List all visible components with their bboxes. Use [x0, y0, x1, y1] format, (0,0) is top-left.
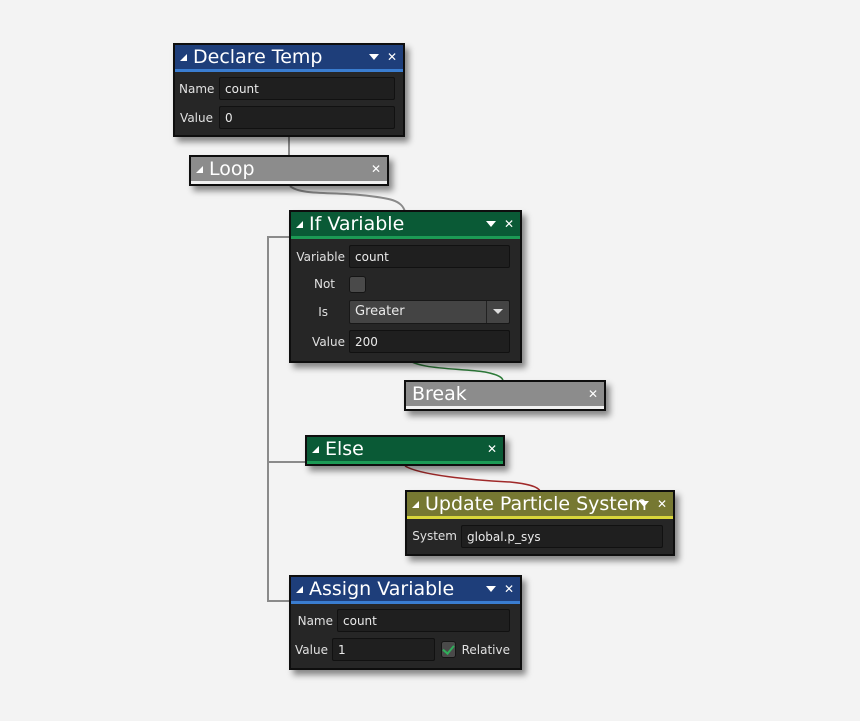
- field-label-value: Value: [180, 110, 213, 125]
- node-loop[interactable]: Loop ✕: [189, 155, 389, 186]
- node-title: Update Particle System: [425, 493, 647, 515]
- close-icon[interactable]: ✕: [657, 492, 667, 516]
- collapse-triangle-icon[interactable]: [196, 166, 203, 173]
- node-header[interactable]: Assign Variable ✕: [291, 577, 520, 601]
- close-icon[interactable]: ✕: [504, 212, 514, 236]
- value-input[interactable]: 1: [331, 638, 435, 661]
- not-checkbox[interactable]: [349, 275, 366, 293]
- collapse-triangle-icon[interactable]: [180, 54, 187, 61]
- wire-else-to-update: [404, 465, 541, 492]
- close-icon[interactable]: ✕: [387, 45, 397, 69]
- name-input[interactable]: count: [219, 77, 395, 100]
- comparison-select[interactable]: Greater: [349, 299, 510, 324]
- close-icon[interactable]: ✕: [588, 382, 598, 406]
- field-label-variable: Variable: [296, 249, 345, 264]
- node-header[interactable]: Loop ✕: [191, 157, 387, 181]
- field-label-is: Is: [318, 304, 328, 319]
- dropdown-arrow-icon[interactable]: [638, 501, 649, 507]
- field-label-name: Name: [179, 81, 215, 96]
- dropdown-arrow-icon[interactable]: [368, 54, 379, 60]
- node-title: Assign Variable: [309, 578, 455, 600]
- select-dropdown-button[interactable]: [486, 300, 509, 323]
- header-accent-bar: [191, 181, 387, 184]
- field-label-value: Value: [312, 334, 345, 349]
- node-title: Break: [412, 383, 467, 405]
- check-icon: [442, 642, 456, 655]
- node-assign-variable[interactable]: Assign Variable ✕ Name count Value 1 Rel…: [289, 575, 522, 670]
- collapse-triangle-icon[interactable]: [412, 501, 419, 508]
- collapse-triangle-icon[interactable]: [312, 446, 319, 453]
- node-update-particle-system[interactable]: Update Particle System ✕ System global.p…: [405, 490, 675, 556]
- dropdown-arrow-icon[interactable]: [485, 221, 496, 227]
- node-title: Else: [325, 438, 364, 460]
- header-accent-bar: [307, 461, 503, 464]
- name-input[interactable]: count: [337, 609, 510, 632]
- node-title: Declare Temp: [193, 46, 323, 68]
- variable-input[interactable]: count: [349, 245, 510, 268]
- dropdown-arrow-icon[interactable]: [485, 586, 496, 592]
- collapse-triangle-icon[interactable]: [296, 221, 303, 228]
- close-icon[interactable]: ✕: [504, 577, 514, 601]
- node-break[interactable]: Break ✕: [404, 380, 606, 411]
- collapse-triangle-icon[interactable]: [296, 586, 303, 593]
- node-header[interactable]: Update Particle System ✕: [407, 492, 673, 516]
- close-icon[interactable]: ✕: [371, 157, 381, 181]
- system-input[interactable]: global.p_sys: [461, 524, 663, 548]
- node-header[interactable]: Declare Temp ✕: [175, 45, 403, 69]
- node-header[interactable]: Else ✕: [307, 437, 503, 461]
- value-input[interactable]: 200: [349, 330, 510, 353]
- wire-loop-to-if: [289, 185, 406, 213]
- close-icon[interactable]: ✕: [487, 437, 497, 461]
- node-else[interactable]: Else ✕: [305, 435, 505, 466]
- field-label-value: Value: [295, 642, 328, 657]
- wire-chain-bracket: [267, 236, 290, 602]
- node-title: Loop: [209, 158, 255, 180]
- node-header[interactable]: If Variable ✕: [291, 212, 520, 236]
- node-if-variable[interactable]: If Variable ✕ Variable count Not Is Grea…: [289, 210, 522, 363]
- dropdown-arrow-icon: [493, 309, 503, 314]
- node-title: If Variable: [309, 213, 405, 235]
- action-canvas: Declare Temp ✕ Name count Value 0 Loop ✕: [0, 0, 860, 721]
- field-label-system: System: [412, 529, 457, 543]
- field-label-name: Name: [297, 613, 333, 628]
- relative-label: Relative: [461, 642, 510, 657]
- node-declare-temp[interactable]: Declare Temp ✕ Name count Value 0: [173, 43, 405, 137]
- comparison-select-value: Greater: [355, 303, 405, 319]
- node-header[interactable]: Break ✕: [406, 382, 604, 406]
- relative-checkbox[interactable]: [441, 641, 456, 658]
- header-accent-bar: [406, 406, 604, 409]
- field-label-not: Not: [313, 277, 335, 291]
- value-input[interactable]: 0: [219, 106, 395, 129]
